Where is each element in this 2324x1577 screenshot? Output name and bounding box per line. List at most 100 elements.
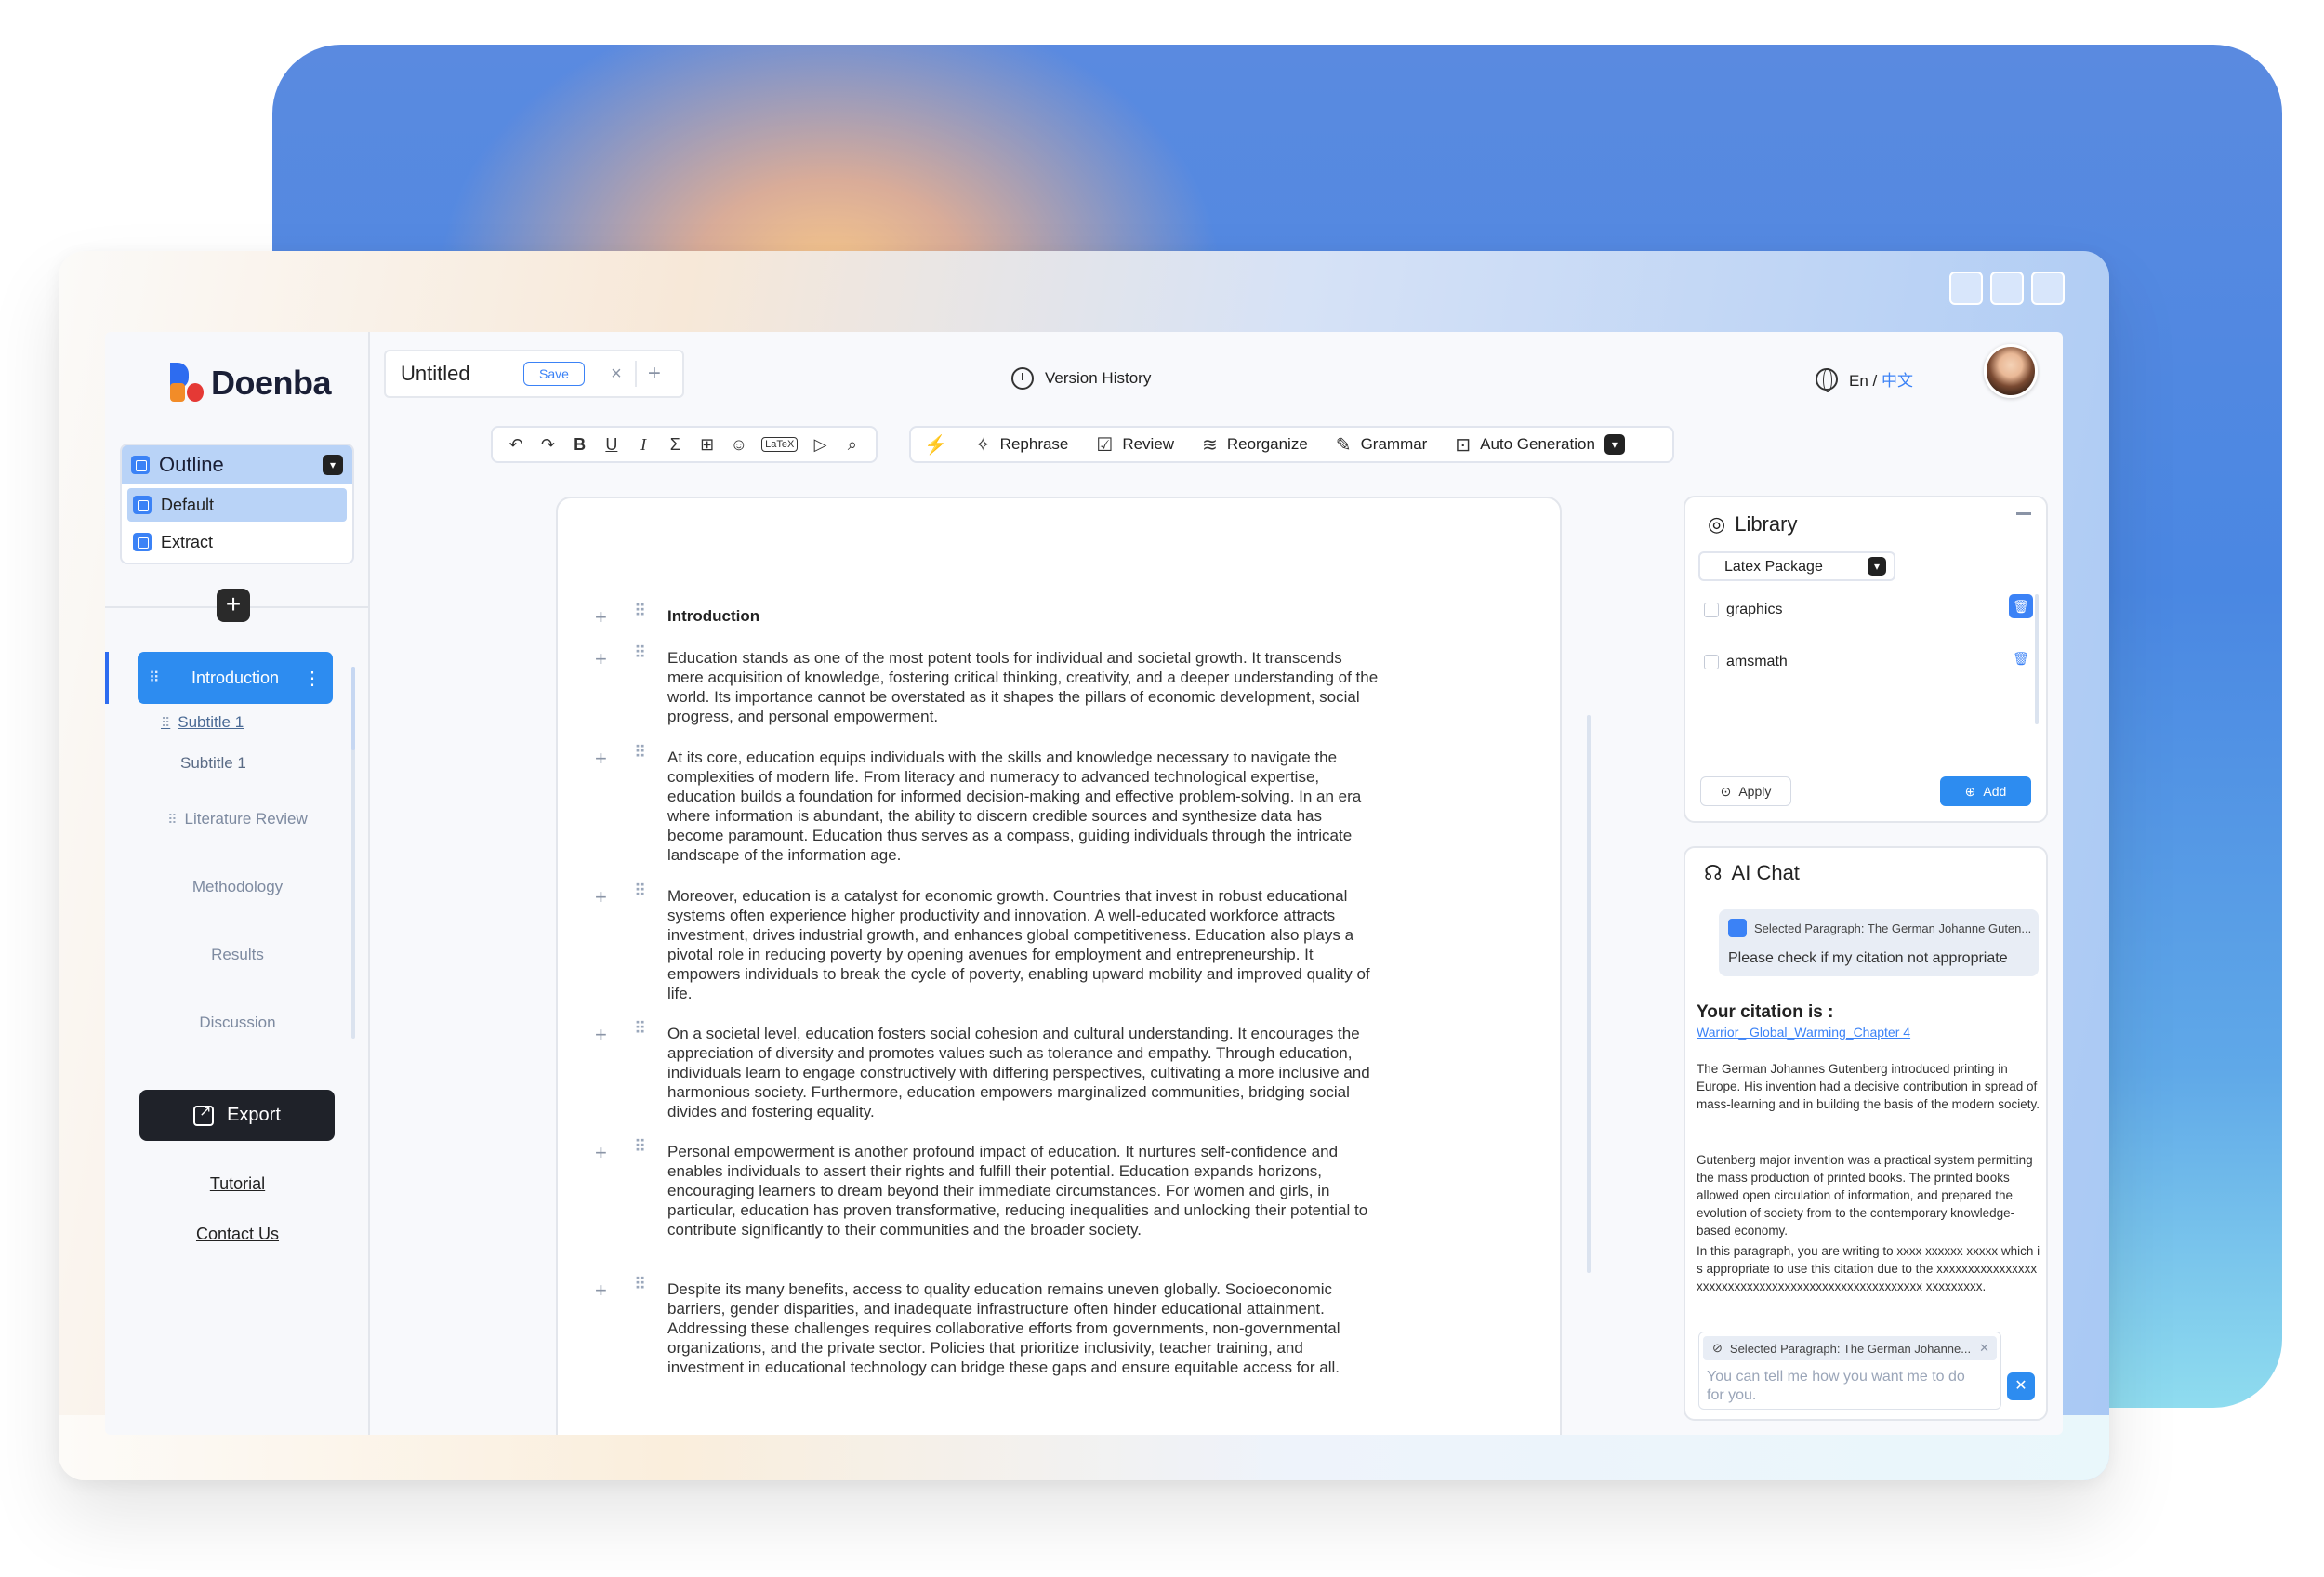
contact-us-link[interactable]: Contact Us bbox=[105, 1225, 370, 1244]
paragraph-text[interactable]: Personal empowerment is another profound… bbox=[667, 1142, 1381, 1239]
new-tab-button[interactable]: + bbox=[634, 361, 672, 387]
grammar-button[interactable]: ✎ Grammar bbox=[1336, 433, 1428, 457]
outline-title: Outline bbox=[159, 453, 224, 476]
auto-generation-button[interactable]: ⊡ Auto Generation ▾ bbox=[1455, 433, 1625, 457]
citation-link[interactable]: Warrior_ Global_Warming_Chapter 4 bbox=[1697, 1025, 1910, 1040]
trash-icon[interactable]: 🗑 bbox=[2009, 594, 2033, 618]
sidebar: Doenba Outline ▾ Default Extract + ⠿ Int… bbox=[105, 332, 370, 1435]
add-block-icon[interactable]: + bbox=[595, 607, 607, 628]
nav-item-methodology[interactable]: Methodology bbox=[105, 878, 370, 896]
review-button[interactable]: ☑ Review bbox=[1096, 433, 1174, 457]
drag-handle-icon[interactable]: ⠿ bbox=[161, 715, 170, 730]
quick-action-button[interactable]: ⚡ bbox=[924, 433, 947, 457]
lang-en[interactable]: En bbox=[1849, 372, 1868, 390]
chat-input-placeholder[interactable]: You can tell me how you want me to do fo… bbox=[1707, 1368, 1986, 1405]
outline-header[interactable]: Outline ▾ bbox=[122, 445, 352, 484]
reorganize-button[interactable]: ≋ Reorganize bbox=[1202, 433, 1308, 457]
library-scrollbar[interactable] bbox=[2035, 594, 2039, 724]
italic-icon[interactable]: I bbox=[634, 435, 653, 455]
paragraph-text[interactable]: Moreover, education is a catalyst for ec… bbox=[667, 886, 1381, 1003]
drag-handle-icon[interactable]: ⠿ bbox=[634, 1276, 647, 1292]
lang-zh[interactable]: 中文 bbox=[1882, 372, 1913, 390]
drag-handle-icon[interactable]: ⠿ bbox=[634, 644, 647, 661]
pen-icon: ✎ bbox=[1335, 434, 1352, 456]
nav-item-discussion[interactable]: Discussion bbox=[105, 1014, 370, 1032]
sum-icon[interactable]: Σ bbox=[666, 435, 684, 455]
ai-toolbar: ⚡ ✧ Rephrase ☑ Review ≋ Reorganize ✎ Grammar… bbox=[909, 426, 1674, 463]
robot-icon: ⊡ bbox=[1455, 434, 1472, 456]
emoji-icon[interactable]: ☺ bbox=[730, 435, 748, 455]
sidebar-scrollbar[interactable] bbox=[351, 667, 355, 1039]
tutorial-link[interactable]: Tutorial bbox=[105, 1174, 370, 1194]
document-editor[interactable]: + ⠿ Introduction + ⠿ Education stands as… bbox=[556, 497, 1562, 1435]
minimize-icon[interactable] bbox=[2016, 512, 2031, 515]
drag-handle-icon[interactable]: ⠿ bbox=[149, 669, 160, 687]
add-block-icon[interactable]: + bbox=[595, 1143, 607, 1163]
paragraph-text[interactable]: Despite its many benefits, access to qua… bbox=[667, 1279, 1381, 1377]
user-message-text: Please check if my citation not appropri… bbox=[1728, 950, 2008, 966]
package-checkbox[interactable] bbox=[1704, 655, 1719, 669]
apply-button[interactable]: ⊙ Apply bbox=[1700, 776, 1791, 806]
brand-logo[interactable]: Doenba bbox=[170, 363, 332, 404]
section-heading[interactable]: Introduction bbox=[667, 606, 1381, 626]
language-switch[interactable]: En / 中文 bbox=[1816, 367, 1913, 392]
latex-icon[interactable]: LaTeX bbox=[761, 437, 799, 452]
document-tab: Untitled Save × + bbox=[384, 350, 684, 398]
bold-icon[interactable]: B bbox=[571, 435, 589, 455]
drag-handle-icon[interactable]: ⠿ bbox=[634, 1138, 647, 1155]
clock-icon bbox=[1011, 367, 1034, 390]
undo-icon[interactable]: ↶ bbox=[507, 435, 525, 455]
add-block-icon[interactable]: + bbox=[595, 749, 607, 769]
search-icon[interactable]: ⌕ bbox=[843, 435, 862, 455]
window-button-icon[interactable] bbox=[2031, 272, 2065, 305]
avatar[interactable] bbox=[1984, 344, 2038, 398]
outline-item-default[interactable]: Default bbox=[127, 488, 347, 522]
drag-handle-icon[interactable]: ⠿ bbox=[634, 1020, 647, 1037]
play-icon[interactable]: ▷ bbox=[812, 435, 830, 455]
document-scrollbar[interactable] bbox=[1587, 715, 1591, 1273]
add-package-button[interactable]: ⊕ Add bbox=[1940, 776, 2031, 806]
nav-item-literature-review[interactable]: ⠿ Literature Review bbox=[105, 810, 370, 828]
nav-item-introduction[interactable]: ⠿ Introduction ⋮ bbox=[138, 652, 333, 704]
add-block-icon[interactable]: + bbox=[595, 1280, 607, 1301]
paragraph-text[interactable]: On a societal level, education fosters s… bbox=[667, 1024, 1381, 1121]
redo-icon[interactable]: ↷ bbox=[538, 435, 557, 455]
add-section-button[interactable]: + bbox=[217, 589, 250, 622]
more-vertical-icon[interactable]: ⋮ bbox=[303, 667, 322, 690]
underline-icon[interactable]: U bbox=[602, 435, 621, 455]
document-icon bbox=[133, 496, 152, 514]
drag-handle-icon[interactable]: ⠿ bbox=[634, 744, 647, 761]
rephrase-button[interactable]: ✧ Rephrase bbox=[975, 433, 1068, 457]
add-block-icon[interactable]: + bbox=[595, 649, 607, 669]
add-block-icon[interactable]: + bbox=[595, 887, 607, 908]
drag-handle-icon[interactable]: ⠿ bbox=[634, 603, 647, 619]
chat-input[interactable]: ⊘ Selected Paragraph: The German Johanne… bbox=[1698, 1332, 2001, 1410]
package-checkbox[interactable] bbox=[1704, 603, 1719, 617]
export-button[interactable]: Export bbox=[139, 1090, 335, 1141]
close-tab-icon[interactable]: × bbox=[598, 364, 635, 385]
shield-icon[interactable]: ▾ bbox=[323, 455, 343, 475]
drag-handle-icon[interactable]: ⠿ bbox=[634, 882, 647, 899]
clipboard-check-icon: ☑ bbox=[1096, 434, 1114, 456]
grid-icon[interactable]: ⊞ bbox=[698, 435, 717, 455]
close-icon[interactable]: ✕ bbox=[1979, 1341, 1989, 1356]
paragraph-text[interactable]: Education stands as one of the most pote… bbox=[667, 648, 1381, 726]
window-button-icon[interactable] bbox=[1949, 272, 1983, 305]
nav-subtitle-1[interactable]: ⠿ Subtitle 1 bbox=[161, 713, 244, 732]
nav-subtitle-2[interactable]: Subtitle 1 bbox=[180, 754, 246, 773]
paragraph-text[interactable]: At its core, education equips individual… bbox=[667, 748, 1381, 865]
trash-icon[interactable]: 🗑 bbox=[2009, 646, 2033, 670]
nav-item-results[interactable]: Results bbox=[105, 946, 370, 964]
document-title[interactable]: Untitled bbox=[401, 362, 523, 386]
settings-icon: ⊙ bbox=[1720, 783, 1732, 799]
save-button[interactable]: Save bbox=[523, 362, 585, 386]
nav-item-label: Introduction bbox=[191, 668, 280, 687]
library-panel: ◎ Library Latex Package ▾ graphics 🗑 ams… bbox=[1684, 496, 2048, 823]
add-block-icon[interactable]: + bbox=[595, 1025, 607, 1045]
window-button-icon[interactable] bbox=[1990, 272, 2024, 305]
version-history-button[interactable]: Version History bbox=[1011, 367, 1151, 390]
outline-item-extract[interactable]: Extract bbox=[127, 525, 347, 559]
send-button[interactable]: ✕ bbox=[2007, 1372, 2035, 1400]
latex-package-select[interactable]: Latex Package ▾ bbox=[1698, 551, 1895, 581]
drag-handle-icon[interactable]: ⠿ bbox=[167, 812, 177, 827]
